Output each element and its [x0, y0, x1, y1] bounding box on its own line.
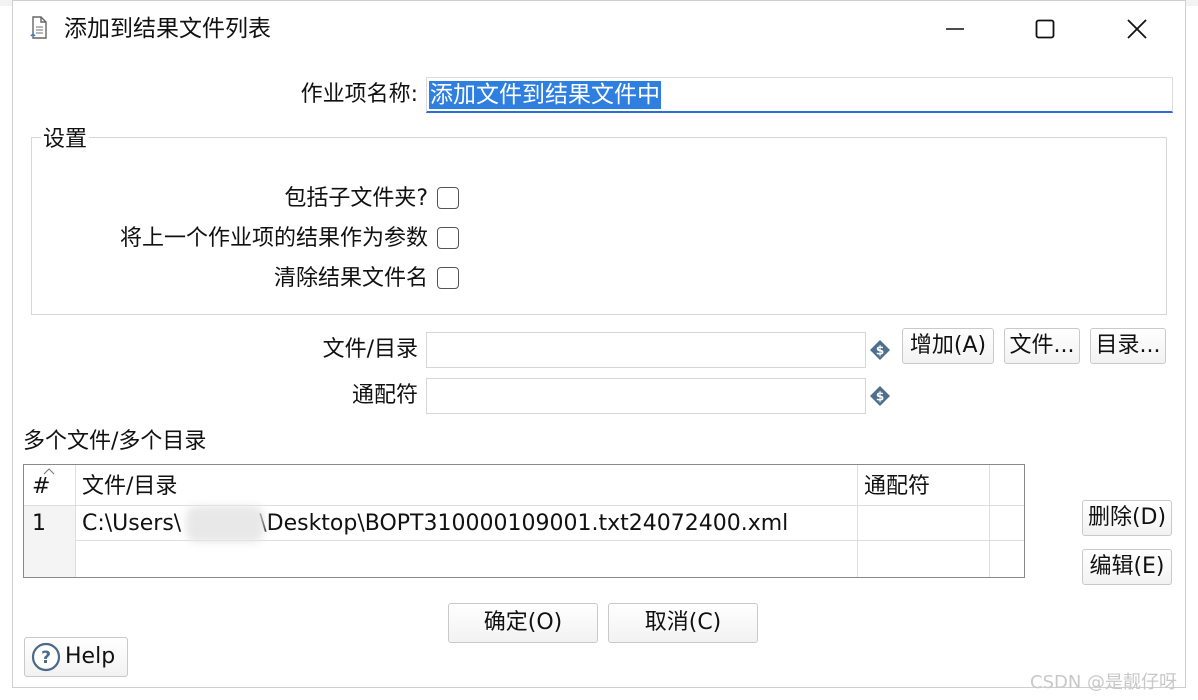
redaction-blur [186, 506, 264, 542]
settings-group-title: 设置 [41, 126, 90, 154]
file-dir-input[interactable] [426, 332, 866, 368]
job-name-value: 添加文件到结果文件中 [429, 81, 661, 109]
sort-ascending-icon [43, 468, 55, 475]
svg-text:$: $ [876, 390, 884, 404]
close-button[interactable] [1114, 8, 1160, 50]
column-header-wildcard[interactable]: 通配符 [864, 473, 930, 501]
ok-button[interactable]: 确定(O) [448, 603, 598, 643]
watermark: CSDN @是靓仔呀 [1030, 672, 1178, 693]
prev-result-as-args-checkbox[interactable] [437, 227, 459, 249]
wildcard-input[interactable] [426, 378, 866, 414]
file-dir-label: 文件/目录 [322, 337, 418, 362]
clear-result-filenames-label: 清除结果文件名 [273, 266, 428, 291]
question-circle-icon: ? [31, 642, 61, 672]
job-name-label: 作业项名称: [300, 82, 418, 107]
job-name-input[interactable]: 添加文件到结果文件中 [426, 77, 1173, 113]
clear-result-filenames-checkbox[interactable] [437, 267, 459, 289]
column-header-index[interactable]: # [32, 473, 50, 501]
dollar-variable-icon[interactable]: $ [869, 339, 891, 361]
table-row-index: 1 [32, 511, 46, 536]
include-subfolders-checkbox[interactable] [437, 187, 459, 209]
svg-text:?: ? [41, 648, 51, 668]
file-list-section-label: 多个文件/多个目录 [23, 429, 207, 454]
add-button[interactable]: 增加(A) [902, 328, 994, 364]
document-icon [30, 16, 47, 39]
help-button[interactable]: ? Help [24, 637, 128, 677]
table-cell-path-suffix: \Desktop\BOPT310000109001.txt24072400.xm… [259, 511, 789, 536]
include-subfolders-label: 包括子文件夹? [284, 186, 428, 211]
cancel-button[interactable]: 取消(C) [608, 603, 758, 643]
edit-button[interactable]: 编辑(E) [1082, 549, 1172, 585]
maximize-button[interactable] [1022, 8, 1068, 50]
prev-result-as-args-label: 将上一个作业项的结果作为参数 [119, 226, 428, 251]
column-header-path[interactable]: 文件/目录 [82, 473, 177, 501]
close-icon [1127, 19, 1147, 39]
dollar-variable-icon[interactable]: $ [869, 385, 891, 407]
help-label: Help [65, 644, 116, 669]
browse-dir-button[interactable]: 目录... [1090, 328, 1166, 364]
file-list-table[interactable]: # 文件/目录 通配符 1 C:\Users\ \Desktop\BOPT3100… [23, 464, 1025, 578]
browse-file-button[interactable]: 文件... [1004, 328, 1080, 364]
svg-text:$: $ [876, 344, 884, 358]
minimize-icon [946, 28, 964, 30]
window-title: 添加到结果文件列表 [64, 16, 271, 42]
minimize-button[interactable] [932, 8, 978, 50]
maximize-icon [1035, 19, 1055, 39]
delete-button[interactable]: 删除(D) [1082, 500, 1172, 536]
table-cell-path-prefix: C:\Users\ [82, 511, 182, 536]
wildcard-label: 通配符 [351, 383, 418, 408]
